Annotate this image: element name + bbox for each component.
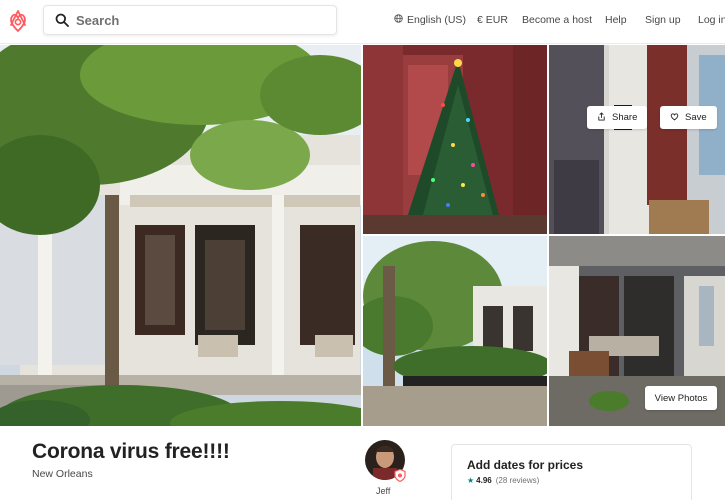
currency-selector[interactable]: € EUR — [477, 14, 508, 26]
search-input[interactable] — [76, 11, 326, 29]
share-icon — [597, 111, 606, 124]
host-name: Jeff — [376, 486, 391, 496]
search-bar[interactable] — [43, 5, 337, 35]
save-button[interactable]: Save — [660, 106, 717, 129]
help-link[interactable]: Help — [605, 14, 627, 26]
booking-card: Add dates for prices ★ 4.96 (28 reviews) — [451, 444, 692, 500]
reviews-count: (28 reviews) — [495, 476, 540, 485]
heart-icon — [670, 112, 679, 124]
language-selector[interactable]: English (US) — [394, 14, 466, 26]
become-host-link[interactable]: Become a host — [522, 14, 592, 26]
listing-location-link[interactable]: New Orleans — [32, 468, 93, 480]
share-button[interactable]: Share — [587, 106, 647, 129]
superhost-badge-icon — [394, 468, 406, 483]
view-photos-button[interactable]: View Photos — [645, 386, 717, 410]
rating-summary[interactable]: ★ 4.96 (28 reviews) — [467, 476, 539, 485]
christmas-tree-photo[interactable] — [363, 45, 547, 234]
log-in-link[interactable]: Log in — [698, 14, 725, 26]
save-label: Save — [685, 112, 707, 123]
top-navbar: English (US) € EUR Become a host Help Si… — [0, 0, 725, 44]
main-house-photo[interactable] — [0, 45, 361, 426]
front-yard-photo[interactable] — [363, 236, 547, 426]
sign-up-link[interactable]: Sign up — [645, 14, 681, 26]
booking-title: Add dates for prices — [467, 458, 584, 472]
listing-title: Corona virus free!!!! — [32, 440, 230, 463]
rating-score: 4.96 — [476, 476, 492, 485]
photo-gallery: Share Save — [0, 45, 725, 426]
share-label: Share — [612, 112, 638, 123]
front-door-photo[interactable] — [549, 45, 725, 234]
airbnb-logo-icon[interactable] — [8, 9, 28, 33]
language-label: English (US) — [407, 14, 466, 26]
globe-icon — [394, 14, 403, 26]
search-icon — [55, 13, 69, 27]
star-icon: ★ — [467, 476, 475, 485]
